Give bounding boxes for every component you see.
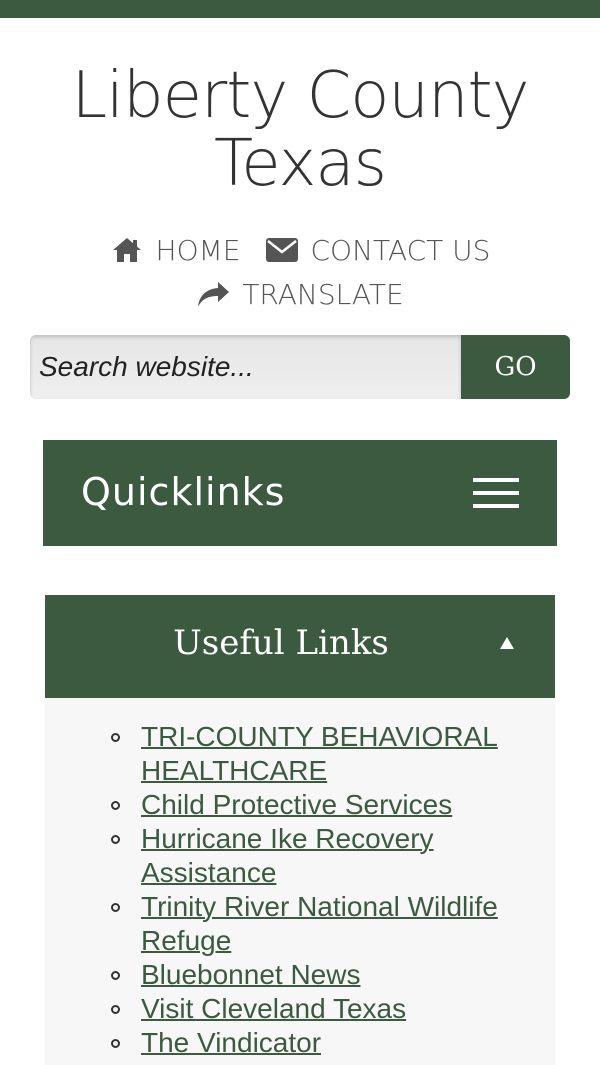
bullet-icon — [111, 1039, 120, 1048]
envelope-icon — [265, 235, 299, 265]
collapse-arrow-icon[interactable] — [497, 633, 517, 653]
useful-link[interactable]: Liberty Gazette News — [141, 1061, 409, 1065]
share-arrow-icon — [196, 279, 230, 309]
site-title-line1: Liberty County — [71, 59, 530, 133]
useful-link[interactable]: Bluebonnet News — [141, 959, 360, 990]
list-item: The Vindicator — [111, 1026, 541, 1060]
nav-contact-label: CONTACT US — [310, 233, 491, 267]
bullet-icon — [111, 801, 120, 810]
list-item: Visit Cleveland Texas — [111, 992, 541, 1026]
site-title-line2: Texas — [214, 127, 387, 201]
nav-translate-link[interactable]: TRANSLATE — [196, 277, 404, 311]
quicklinks-menu-bar[interactable]: Quicklinks — [43, 440, 557, 546]
useful-link[interactable]: TRI-COUNTY BEHAVIORAL HEALTHCARE — [141, 721, 498, 786]
useful-link[interactable]: Hurricane Ike Recovery Assistance — [141, 823, 434, 888]
nav-translate-label: TRANSLATE — [242, 277, 404, 311]
home-icon — [110, 235, 144, 265]
list-item: Trinity River National Wildlife Refuge — [111, 890, 541, 958]
nav-home-label: HOME — [155, 233, 241, 267]
search-input[interactable] — [30, 335, 461, 399]
list-item: Bluebonnet News — [111, 958, 541, 992]
list-item: Hurricane Ike Recovery Assistance — [111, 822, 541, 890]
useful-links-panel: TRI-COUNTY BEHAVIORAL HEALTHCARE Child Pr… — [45, 698, 555, 1065]
site-title[interactable]: Liberty County Texas — [0, 62, 600, 198]
bullet-icon — [111, 971, 120, 980]
useful-links-list: TRI-COUNTY BEHAVIORAL HEALTHCARE Child Pr… — [111, 720, 541, 1065]
bullet-icon — [111, 835, 120, 844]
nav-home-link[interactable]: HOME — [110, 234, 241, 267]
search-go-button[interactable]: GO — [461, 335, 570, 399]
list-item: TRI-COUNTY BEHAVIORAL HEALTHCARE — [111, 720, 541, 788]
useful-link[interactable]: Visit Cleveland Texas — [141, 993, 406, 1024]
bullet-icon — [111, 903, 120, 912]
useful-link[interactable]: Trinity River National Wildlife Refuge — [141, 891, 498, 956]
list-item: Child Protective Services — [111, 788, 541, 822]
top-nav: HOME CONTACT US TRANSLATE — [0, 230, 600, 318]
nav-contact-link[interactable]: CONTACT US — [265, 233, 491, 267]
useful-link[interactable]: The Vindicator — [141, 1027, 321, 1058]
top-bar — [0, 0, 600, 18]
useful-links-label: Useful Links — [173, 623, 389, 663]
search-form: GO — [30, 335, 570, 399]
bullet-icon — [111, 733, 120, 742]
bullet-icon — [111, 1005, 120, 1014]
quicklinks-label: Quicklinks — [81, 470, 286, 514]
list-item: Liberty Gazette News — [141, 1060, 541, 1065]
useful-link[interactable]: Child Protective Services — [141, 789, 452, 820]
useful-links-header[interactable]: Useful Links — [45, 595, 555, 698]
hamburger-icon[interactable] — [473, 476, 519, 510]
